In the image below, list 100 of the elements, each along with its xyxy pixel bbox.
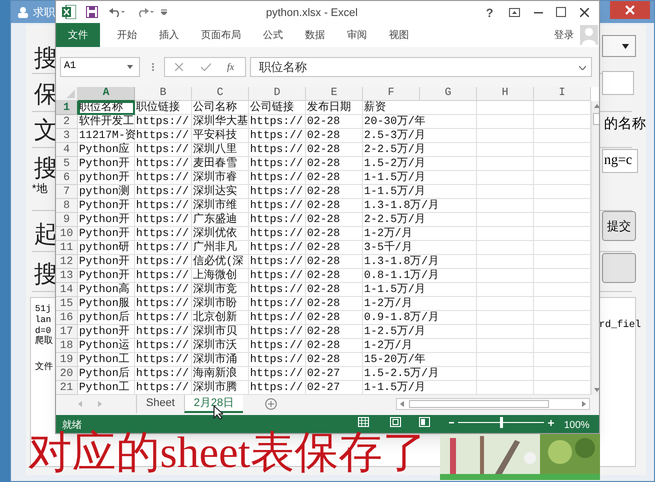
row-header[interactable]: 14 <box>56 283 78 297</box>
sheet-tab[interactable]: 2月28日 <box>184 395 244 413</box>
redo-icon[interactable] <box>136 7 154 17</box>
row-header[interactable]: 11 <box>56 241 78 255</box>
ribbon-tab[interactable]: 审阅 <box>336 23 378 47</box>
table-cell: Python开 <box>78 269 135 283</box>
row-header[interactable]: 19 <box>56 353 78 367</box>
log-text: 51j <box>35 304 52 314</box>
table-cell: Python开 <box>78 213 135 227</box>
ribbon-tab[interactable]: 页面布局 <box>190 23 252 47</box>
zoom-level[interactable]: 100% <box>564 418 590 433</box>
log-text: d=0 <box>35 326 52 336</box>
empty-cell <box>477 325 534 339</box>
table-cell: python开 <box>78 171 135 185</box>
empty-cell <box>477 171 534 185</box>
normal-view-icon[interactable] <box>358 417 369 427</box>
table-cell: python开 <box>78 325 135 339</box>
close-icon[interactable] <box>580 8 589 17</box>
table-cell: https:// <box>135 199 192 213</box>
zoom-slider-thumb[interactable] <box>500 417 502 428</box>
empty-cell <box>477 101 534 115</box>
row-header[interactable]: 13 <box>56 269 78 283</box>
table-cell: 职位链接 <box>135 101 192 115</box>
page-break-icon[interactable] <box>419 417 430 427</box>
maximize-icon[interactable] <box>556 7 566 17</box>
zoom-in-icon[interactable] <box>548 420 554 426</box>
row-header[interactable]: 15 <box>56 297 78 311</box>
empty-cell <box>477 255 534 269</box>
table-cell: https:// <box>135 241 192 255</box>
column-header[interactable]: C <box>192 87 249 101</box>
undo-icon[interactable] <box>108 7 126 17</box>
dropdown[interactable] <box>602 35 636 57</box>
table-cell: 02-27 <box>306 367 363 381</box>
table-cell: 02-28 <box>306 157 363 171</box>
add-sheet-icon[interactable] <box>265 398 278 410</box>
row-header[interactable]: 4 <box>56 143 78 157</box>
table-cell: https:// <box>135 213 192 227</box>
ribbon-tab[interactable]: 插入 <box>148 23 190 47</box>
row-header[interactable]: 2 <box>56 115 78 129</box>
row-header[interactable]: 18 <box>56 339 78 353</box>
column-header[interactable]: F <box>363 87 420 101</box>
row-header[interactable]: 6 <box>56 171 78 185</box>
minimize-icon[interactable] <box>534 12 543 14</box>
column-header[interactable]: G <box>420 87 477 101</box>
table-cell: 软件开发工 <box>78 115 135 129</box>
column-header[interactable]: I <box>534 87 591 101</box>
log-text: 文件 <box>35 362 53 372</box>
column-header[interactable]: E <box>306 87 363 101</box>
row-header[interactable]: 10 <box>56 227 78 241</box>
table-cell: https:// <box>135 269 192 283</box>
table-cell: 深圳市维 <box>192 199 249 213</box>
table-cell: 广州非凡 <box>192 241 249 255</box>
table-cell: https:// <box>135 311 192 325</box>
formula-field[interactable]: 职位名称 <box>250 57 592 77</box>
row-header[interactable]: 7 <box>56 185 78 199</box>
table-cell: 02-28 <box>306 115 363 129</box>
form-label: 起 <box>34 221 58 249</box>
row-header[interactable]: 21 <box>56 381 78 395</box>
insert-function-button[interactable]: fx <box>227 60 234 75</box>
caret-icon <box>127 65 133 69</box>
submit-button[interactable]: 提交 <box>602 211 636 241</box>
column-header[interactable]: D <box>249 87 306 101</box>
row-header[interactable]: 1 <box>56 101 78 115</box>
table-cell: 11217M-资 <box>78 129 135 143</box>
url-field[interactable]: ng=c <box>602 149 638 173</box>
scroll-thumb[interactable] <box>593 113 599 125</box>
save-icon[interactable] <box>86 6 98 18</box>
scroll-thumb[interactable] <box>409 400 549 408</box>
empty-cell <box>477 227 534 241</box>
customize-icon[interactable] <box>161 9 167 15</box>
column-header[interactable]: A <box>78 87 135 101</box>
text-field[interactable] <box>602 71 634 95</box>
row-header[interactable]: 16 <box>56 311 78 325</box>
vertical-scrollbar[interactable] <box>591 101 599 395</box>
row-header[interactable]: 8 <box>56 199 78 213</box>
empty-cell <box>477 297 534 311</box>
sign-in-link[interactable]: 登录 <box>554 28 574 43</box>
ribbon-tab[interactable]: 公式 <box>252 23 294 47</box>
row-header[interactable]: 17 <box>56 325 78 339</box>
row-header[interactable]: 9 <box>56 213 78 227</box>
table-cell: python后 <box>78 311 135 325</box>
row-header[interactable]: 20 <box>56 367 78 381</box>
ribbon-tab[interactable]: 开始 <box>106 23 148 47</box>
ribbon-tab[interactable]: 视图 <box>378 23 420 47</box>
row-header[interactable]: 5 <box>56 157 78 171</box>
help-button[interactable]: ? <box>486 4 494 22</box>
name-box[interactable]: A1 <box>60 57 140 77</box>
page-layout-icon[interactable] <box>390 417 401 427</box>
row-header[interactable]: 12 <box>56 255 78 269</box>
table-cell: Python运 <box>78 339 135 353</box>
table-cell: 02-28 <box>306 339 363 353</box>
empty-cell <box>477 311 534 325</box>
table-cell: 广东盛迪 <box>192 213 249 227</box>
ribbon-display-icon[interactable] <box>509 8 520 17</box>
table-cell: https:// <box>135 185 192 199</box>
column-header[interactable]: H <box>477 87 534 101</box>
row-header[interactable]: 3 <box>56 129 78 143</box>
column-header[interactable]: B <box>135 87 192 101</box>
ribbon-tab[interactable]: 数据 <box>294 23 336 47</box>
horizontal-scrollbar[interactable] <box>396 398 590 410</box>
